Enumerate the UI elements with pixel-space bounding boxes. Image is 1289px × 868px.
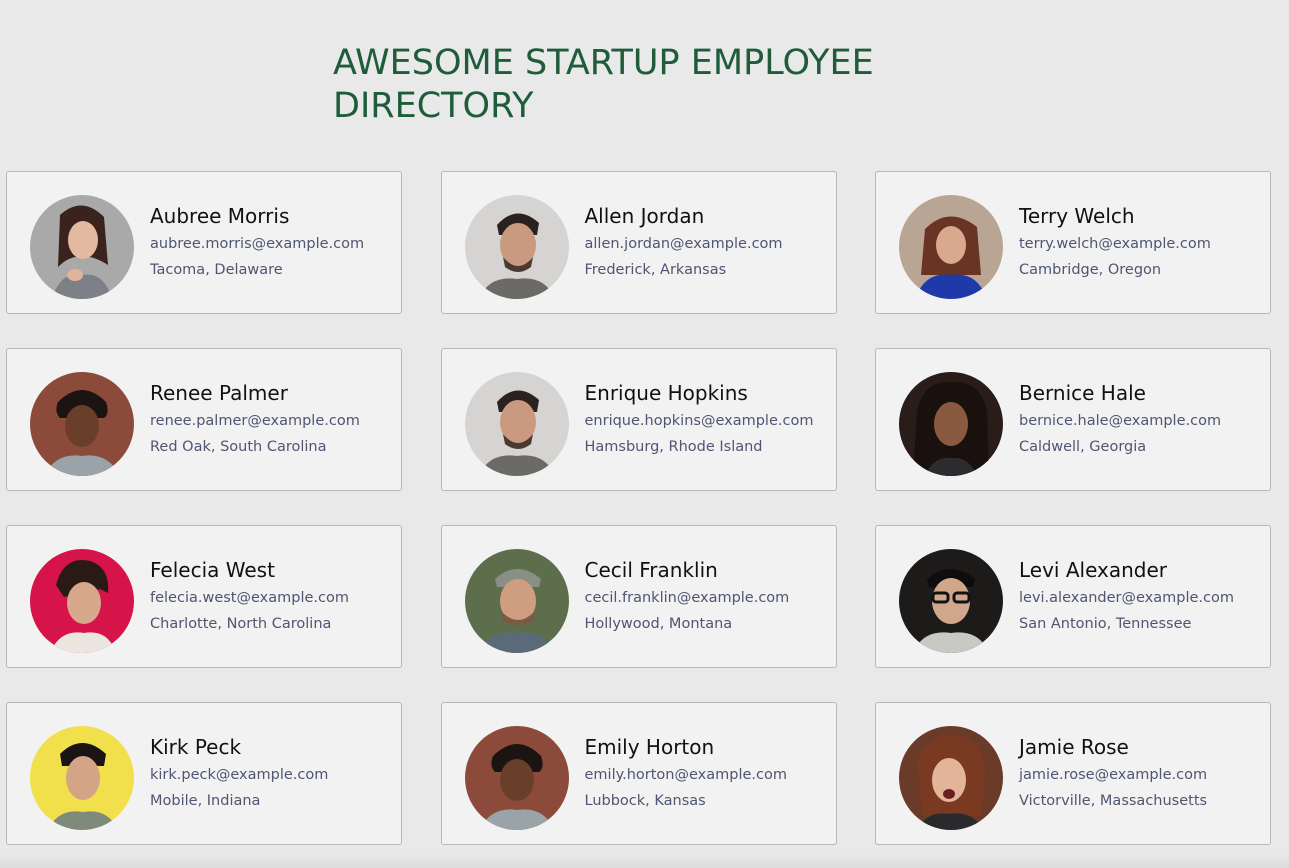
avatar (464, 372, 569, 476)
employee-email: allen.jordan@example.com (584, 236, 783, 252)
employee-location: Lubbock, Kansas (584, 793, 706, 809)
employee-card[interactable]: Terry Welch terry.welch@example.com Camb… (875, 171, 1271, 314)
employee-name: Felecia West (150, 558, 275, 582)
employee-location: Victorville, Massachusetts (1019, 793, 1208, 809)
employee-card[interactable]: Enrique Hopkins enrique.hopkins@example.… (440, 348, 837, 491)
avatar (30, 726, 134, 830)
employee-name: Terry Welch (1019, 204, 1135, 228)
employee-info: Terry Welch terry.welch@example.com Camb… (1019, 203, 1211, 283)
employee-card[interactable]: Cecil Franklin cecil.franklin@example.co… (440, 525, 837, 668)
employee-info: Cecil Franklin cecil.franklin@example.co… (585, 557, 790, 637)
avatar-photo-icon (899, 726, 1003, 830)
employee-name: Renee Palmer (150, 381, 288, 405)
employee-info: Felecia West felecia.west@example.com Ch… (150, 557, 349, 637)
employee-email: enrique.hopkins@example.com (584, 413, 814, 429)
avatar-photo-icon (464, 549, 569, 653)
page-title-line-1: AWESOME STARTUP EMPLOYEE (333, 43, 874, 83)
avatar (899, 372, 1003, 476)
avatar (899, 726, 1003, 830)
employee-name: Emily Horton (584, 735, 715, 759)
avatar-photo-icon (464, 726, 569, 830)
employee-info: Aubree Morris aubree.morris@example.com … (150, 203, 364, 283)
employee-info: Kirk Peck kirk.peck@example.com Mobile, … (150, 734, 328, 814)
employee-info: Allen Jordan allen.jordan@example.com Fr… (585, 203, 783, 283)
employee-email: jamie.rose@example.com (1019, 767, 1208, 783)
avatar (464, 195, 569, 299)
avatar-photo-icon (899, 372, 1003, 476)
employee-location: San Antonio, Tennessee (1019, 616, 1192, 632)
avatar-photo-icon (464, 372, 569, 476)
avatar (30, 372, 134, 476)
page-title-line-2: DIRECTORY (333, 86, 534, 126)
employee-name: Levi Alexander (1019, 558, 1168, 582)
employee-name: Enrique Hopkins (584, 381, 748, 405)
page-title: AWESOME STARTUP EMPLOYEE DIRECTORY (333, 42, 953, 128)
employee-email: cecil.franklin@example.com (584, 590, 790, 606)
employee-name: Jamie Rose (1019, 735, 1129, 759)
employee-card[interactable]: Felecia West felecia.west@example.com Ch… (6, 525, 402, 668)
employee-card[interactable]: Emily Horton emily.horton@example.com Lu… (440, 702, 837, 845)
avatar-photo-icon (30, 726, 134, 830)
employee-info: Renee Palmer renee.palmer@example.com Re… (150, 380, 360, 460)
employee-location: Charlotte, North Carolina (150, 616, 332, 632)
employee-location: Caldwell, Georgia (1019, 439, 1147, 455)
employee-location: Hollywood, Montana (584, 616, 733, 632)
employee-email: emily.horton@example.com (584, 767, 787, 783)
employee-email: aubree.morris@example.com (150, 236, 365, 252)
employee-info: Bernice Hale bernice.hale@example.com Ca… (1019, 380, 1221, 460)
employee-email: renee.palmer@example.com (150, 413, 360, 429)
avatar-photo-icon (30, 549, 134, 653)
avatar (899, 549, 1003, 653)
employee-card[interactable]: Allen Jordan allen.jordan@example.com Fr… (440, 171, 837, 314)
avatar-photo-icon (464, 195, 569, 299)
employee-location: Cambridge, Oregon (1019, 262, 1162, 278)
employee-email: levi.alexander@example.com (1019, 590, 1234, 606)
employee-info: Emily Horton emily.horton@example.com Lu… (585, 734, 787, 814)
avatar (30, 195, 134, 299)
employee-email: felecia.west@example.com (150, 590, 349, 606)
employee-grid: Aubree Morris aubree.morris@example.com … (6, 171, 1271, 845)
employee-location: Mobile, Indiana (150, 793, 261, 809)
employee-card[interactable]: Bernice Hale bernice.hale@example.com Ca… (875, 348, 1271, 491)
avatar-photo-icon (30, 372, 134, 476)
avatar-photo-icon (899, 549, 1003, 653)
avatar (899, 195, 1003, 299)
employee-info: Jamie Rose jamie.rose@example.com Victor… (1019, 734, 1207, 814)
employee-name: Bernice Hale (1019, 381, 1146, 405)
employee-name: Allen Jordan (584, 204, 705, 228)
employee-name: Cecil Franklin (584, 558, 718, 582)
employee-email: bernice.hale@example.com (1019, 413, 1222, 429)
employee-info: Enrique Hopkins enrique.hopkins@example.… (585, 380, 814, 460)
employee-card[interactable]: Aubree Morris aubree.morris@example.com … (6, 171, 402, 314)
employee-card[interactable]: Renee Palmer renee.palmer@example.com Re… (6, 348, 402, 491)
employee-location: Hamsburg, Rhode Island (584, 439, 763, 455)
page-header: AWESOME STARTUP EMPLOYEE DIRECTORY (333, 42, 953, 128)
employee-name: Aubree Morris (150, 204, 290, 228)
employee-email: kirk.peck@example.com (150, 767, 329, 783)
avatar (464, 549, 569, 653)
employee-location: Red Oak, South Carolina (150, 439, 327, 455)
avatar (30, 549, 134, 653)
avatar-photo-icon (899, 195, 1003, 299)
employee-card[interactable]: Levi Alexander levi.alexander@example.co… (875, 525, 1271, 668)
employee-name: Kirk Peck (150, 735, 242, 759)
employee-location: Frederick, Arkansas (584, 262, 727, 278)
employee-location: Tacoma, Delaware (150, 262, 283, 278)
bottom-shadow (0, 854, 1289, 868)
avatar (464, 726, 569, 830)
employee-email: terry.welch@example.com (1019, 236, 1211, 252)
employee-card[interactable]: Jamie Rose jamie.rose@example.com Victor… (875, 702, 1271, 845)
employee-info: Levi Alexander levi.alexander@example.co… (1019, 557, 1234, 637)
avatar-photo-icon (30, 195, 134, 299)
employee-card[interactable]: Kirk Peck kirk.peck@example.com Mobile, … (6, 702, 402, 845)
